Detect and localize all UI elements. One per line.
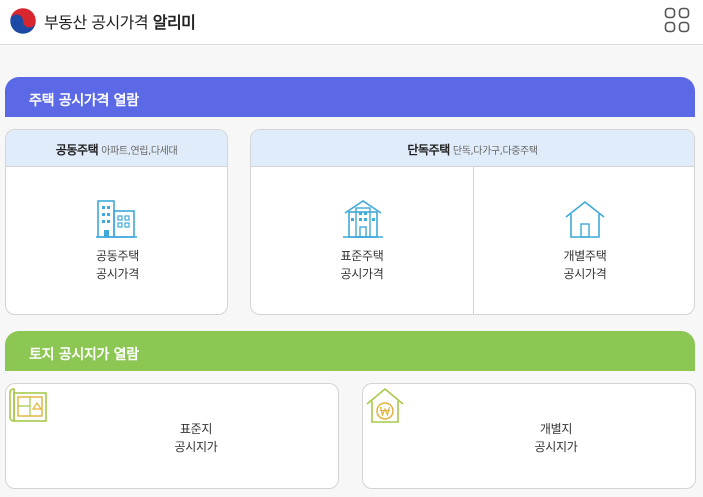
taegeuk-emblem-icon[interactable]: [8, 6, 38, 36]
house-building-icon: [343, 200, 383, 238]
site-title-bold: 알리미: [152, 13, 196, 32]
individual-house-price-link[interactable]: 개별주택 공시가격: [474, 167, 694, 314]
grid-menu-icon[interactable]: [664, 7, 690, 33]
apartment-card-header: 공동주택 아파트,연립,다세대: [6, 130, 227, 167]
standard-land-price-label: 표준지 공시지가: [174, 422, 218, 454]
individual-land-price-label: 개별지 공시지가: [534, 422, 578, 454]
apartment-building-icon: [96, 200, 137, 238]
apartment-heading: 공동주택: [55, 143, 99, 157]
site-title[interactable]: 부동산 공시가격 알리미: [44, 9, 196, 33]
land-price-section-title: 토지 공시지가 열람: [5, 331, 695, 371]
house-icon: [565, 200, 605, 238]
won-house-icon: [366, 387, 404, 423]
house-price-section-title: 주택 공시가격 열람: [5, 77, 695, 117]
detached-house-card: 단독주택 단독,다가구,다중주택 표준주택 공시가격 개별주택 공시가격: [250, 129, 695, 315]
top-header: 부동산 공시가격 알리미: [0, 0, 703, 45]
apartment-card: 공동주택 아파트,연립,다세대 공동주택 공시가격: [5, 129, 228, 315]
detached-heading: 단독주택: [407, 143, 450, 157]
standard-house-price-label: 표준주택 공시가격: [340, 249, 384, 281]
site-title-main: 부동산 공시가격: [44, 13, 153, 32]
apartment-price-label: 공동주택 공시가격: [96, 249, 139, 281]
individual-land-card[interactable]: 개별지 공시지가: [362, 383, 696, 489]
detached-card-header: 단독주택 단독,다가구,다중주택: [251, 130, 694, 167]
detached-subheading: 단독,다가구,다중주택: [452, 146, 538, 157]
land-map-icon: [9, 388, 47, 422]
individual-house-price-label: 개별주택 공시가격: [563, 249, 607, 281]
standard-land-card[interactable]: 표준지 공시지가: [5, 383, 339, 489]
apartment-price-link[interactable]: 공동주택 공시가격: [6, 167, 227, 314]
apartment-subheading: 아파트,연립,다세대: [101, 146, 178, 157]
standard-house-price-link[interactable]: 표준주택 공시가격: [251, 167, 473, 314]
